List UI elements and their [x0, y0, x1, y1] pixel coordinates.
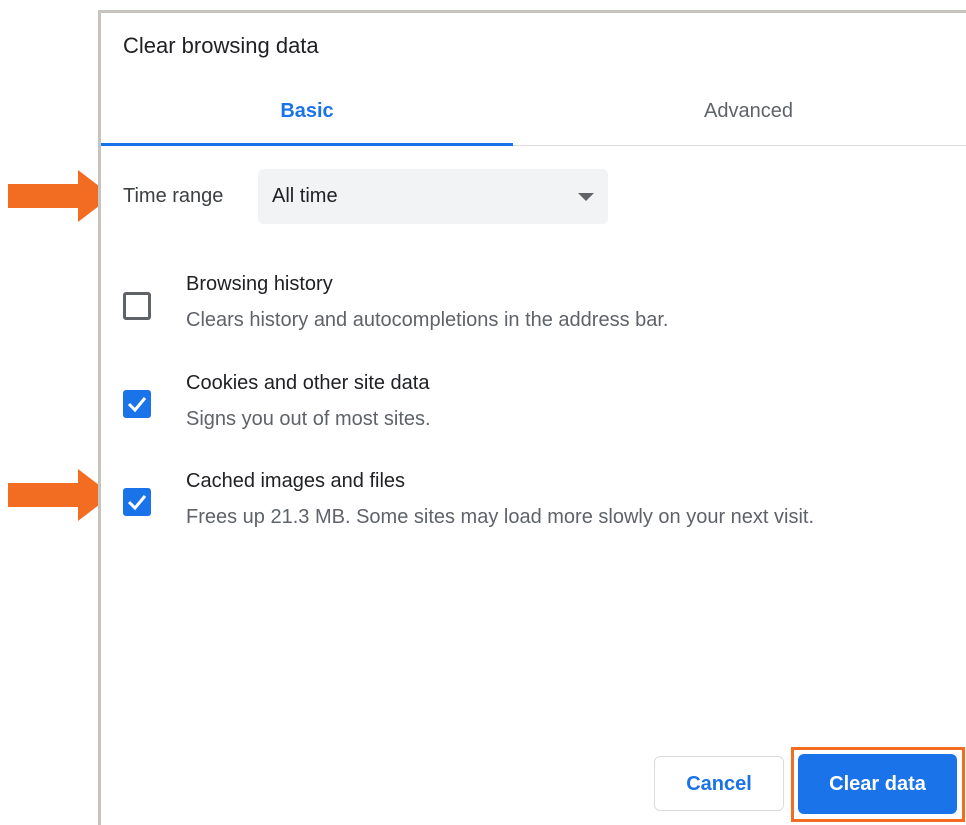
cookies-checkbox[interactable]: [123, 390, 151, 418]
tab-bar: Basic Advanced: [101, 83, 966, 146]
option-description: Signs you out of most sites.: [186, 408, 431, 430]
clear-data-button[interactable]: Clear data: [798, 754, 957, 814]
time-range-value: All time: [272, 185, 338, 207]
browsing-history-checkbox[interactable]: [123, 292, 151, 320]
option-title: Cookies and other site data: [186, 372, 430, 394]
option-description: Frees up 21.3 MB. Some sites may load mo…: [186, 506, 815, 528]
annotation-arrow-time-range: [8, 170, 112, 222]
option-title: Browsing history: [186, 273, 333, 295]
annotation-arrow-cached-images: [8, 469, 112, 521]
tab-basic[interactable]: Basic: [101, 83, 513, 146]
dialog-title: Clear browsing data: [123, 33, 319, 58]
cached-images-checkbox[interactable]: [123, 488, 151, 516]
clear-browsing-data-dialog: Clear browsing data Basic Advanced Time …: [98, 10, 966, 825]
time-range-label: Time range: [123, 185, 224, 207]
tab-advanced[interactable]: Advanced: [526, 83, 966, 145]
check-icon: [127, 495, 147, 511]
check-icon: [127, 397, 147, 413]
option-description: Clears history and autocompletions in th…: [186, 309, 669, 331]
chevron-down-icon: [578, 193, 594, 201]
option-title: Cached images and files: [186, 470, 406, 492]
cancel-button[interactable]: Cancel: [654, 756, 784, 811]
time-range-select[interactable]: All time: [258, 169, 608, 224]
